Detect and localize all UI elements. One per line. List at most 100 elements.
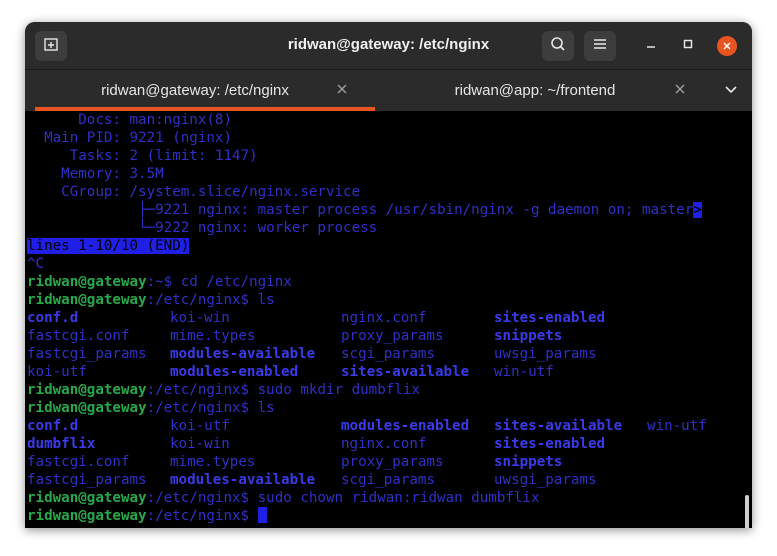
- tab-label: ridwan@gateway: /etc/nginx: [101, 82, 289, 99]
- minimize-button[interactable]: [639, 34, 663, 58]
- ls-entry: fastcgi_params: [27, 346, 147, 362]
- prompt-user: ridwan@gateway: [27, 274, 147, 290]
- prompt-path: :/etc/nginx$: [146, 382, 250, 398]
- hamburger-menu-icon: [593, 37, 607, 55]
- ls-entry: koi-win: [170, 436, 230, 452]
- ls-entry: mime.types: [170, 454, 256, 470]
- ls-entry: nginx.conf: [341, 310, 427, 326]
- status-value: man:nginx(8): [120, 112, 233, 128]
- close-icon: [675, 81, 685, 99]
- command-text: cd /etc/nginx: [172, 274, 292, 290]
- status-value: 3.5M: [120, 166, 164, 182]
- ls-entry: proxy_params: [341, 454, 444, 470]
- tab-close-button[interactable]: [670, 80, 690, 100]
- ls-entry: scgi_params: [341, 346, 435, 362]
- title-bar: ridwan@gateway: /etc/nginx: [25, 22, 752, 70]
- ls-entry: modules-enabled: [341, 418, 470, 434]
- prompt-line: ridwan@gateway:/etc/nginx$ ls: [25, 399, 745, 417]
- tab-gateway[interactable]: ridwan@gateway: /etc/nginx: [35, 70, 355, 111]
- prompt-user: ridwan@gateway: [27, 382, 147, 398]
- status-value: 9221 (nginx): [120, 130, 233, 146]
- status-key: Docs:: [27, 112, 121, 128]
- prompt-line: ridwan@gateway:/etc/nginx$ sudo chown ri…: [25, 489, 745, 507]
- terminal-window: ridwan@gateway: /etc/nginx ridwan@gatewa…: [25, 22, 752, 528]
- prompt-user: ridwan@gateway: [27, 508, 147, 524]
- status-key: Main PID:: [27, 130, 121, 146]
- status-key: Tasks:: [27, 148, 121, 164]
- ls-row: koi-utf modules-enabled sites-available win…: [25, 363, 745, 381]
- ls-entry: nginx.conf: [341, 436, 427, 452]
- close-button[interactable]: [715, 34, 739, 58]
- ls-entry: sites-available: [494, 418, 623, 434]
- status-value: 2 (limit: 1147): [120, 148, 258, 164]
- ls-entry: snippets: [494, 454, 563, 470]
- prompt-user: ridwan@gateway: [27, 400, 147, 416]
- truncation-marker: >: [693, 202, 702, 218]
- ls-entry: modules-enabled: [170, 364, 299, 380]
- maximize-button[interactable]: [676, 34, 700, 58]
- prompt-path: :/etc/nginx$: [146, 508, 250, 524]
- ls-entry: uwsgi_params: [494, 472, 597, 488]
- prompt-line: ridwan@gateway:/etc/nginx$: [25, 507, 745, 525]
- status-line: Main PID: 9221 (nginx): [25, 129, 745, 147]
- ls-entry: win-utf: [494, 364, 554, 380]
- tab-label: ridwan@app: ~/frontend: [454, 82, 616, 99]
- status-line: CGroup: /system.slice/nginx.service: [25, 183, 745, 201]
- ls-row: fastcgi.conf mime.types proxy_params snippe…: [25, 327, 745, 345]
- prompt-path: :/etc/nginx$: [146, 292, 250, 308]
- scrollbar[interactable]: [745, 495, 749, 528]
- tab-bar: ridwan@gateway: /etc/nginx ridwan@app: ~…: [25, 70, 752, 111]
- status-key: Memory:: [27, 166, 121, 182]
- ls-entry: sites-available: [341, 364, 470, 380]
- ls-entry: sites-enabled: [494, 310, 606, 326]
- status-key: CGroup:: [27, 184, 121, 200]
- status-line: Memory: 3.5M: [25, 165, 745, 183]
- prompt-user: ridwan@gateway: [27, 490, 147, 506]
- ls-entry: snippets: [494, 328, 563, 344]
- ls-entry: mime.types: [170, 328, 256, 344]
- menu-button[interactable]: [584, 31, 616, 61]
- prompt-line: ridwan@gateway:/etc/nginx$ ls: [25, 291, 745, 309]
- tab-close-button[interactable]: [332, 80, 352, 100]
- close-icon: [337, 81, 347, 99]
- close-icon: [717, 36, 737, 56]
- pager-status-line: lines 1-10/10 (END): [25, 237, 745, 255]
- status-value: /system.slice/nginx.service: [120, 184, 361, 200]
- ls-entry: conf.d: [27, 310, 79, 326]
- terminal-output[interactable]: Docs: man:nginx(8) Main PID: 9221 (nginx…: [25, 111, 745, 528]
- ls-row: fastcgi_params modules-available scgi_para…: [25, 345, 745, 363]
- search-button[interactable]: [542, 31, 574, 61]
- tabs-dropdown-button[interactable]: [721, 80, 741, 100]
- ls-entry: modules-available: [170, 472, 316, 488]
- ls-row: fastcgi_params modules-available scgi_para…: [25, 471, 745, 489]
- interrupt-text: ^C: [27, 256, 45, 272]
- chevron-down-icon: [725, 81, 737, 99]
- tab-app[interactable]: ridwan@app: ~/frontend: [380, 70, 690, 111]
- ls-row: fastcgi.conf mime.types proxy_params snippe…: [25, 453, 745, 471]
- ls-entry: sites-enabled: [494, 436, 606, 452]
- ls-row: dumbflix koi-win nginx.conf sites-enabled: [25, 435, 745, 453]
- text-cursor: [257, 507, 267, 523]
- ls-entry: fastcgi.conf: [27, 328, 130, 344]
- ls-entry: win-utf: [647, 418, 707, 434]
- ls-row: conf.d koi-utf modules-enabled sites-availa…: [25, 417, 745, 435]
- prompt-user: ridwan@gateway: [27, 292, 147, 308]
- ls-entry: koi-win: [170, 310, 230, 326]
- process-line: └─9222 nginx: worker process: [25, 219, 745, 237]
- search-icon: [550, 36, 566, 57]
- ls-entry: uwsgi_params: [494, 346, 597, 362]
- maximize-icon: [682, 37, 694, 55]
- process-line: ├─9221 nginx: master process /usr/sbin/n…: [25, 201, 745, 219]
- ls-entry: fastcgi.conf: [27, 454, 130, 470]
- process-text: └─9222 nginx: worker process: [27, 220, 378, 236]
- status-line: Docs: man:nginx(8): [25, 111, 745, 129]
- command-text: ls: [249, 400, 275, 416]
- command-text: ls: [249, 292, 275, 308]
- command-text: sudo chown ridwan:ridwan dumbflix: [249, 490, 540, 506]
- ls-entry: proxy_params: [341, 328, 444, 344]
- ls-entry: koi-utf: [170, 418, 230, 434]
- prompt-path: :~$: [146, 274, 173, 290]
- ls-entry: fastcgi_params: [27, 472, 147, 488]
- process-text: ├─9221 nginx: master process /usr/sbin/n…: [27, 202, 694, 218]
- ls-entry: conf.d: [27, 418, 79, 434]
